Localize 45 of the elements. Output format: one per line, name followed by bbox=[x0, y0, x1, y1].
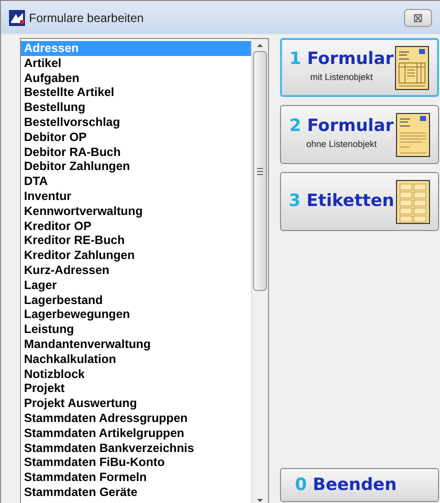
close-button[interactable]: ⊠ bbox=[404, 8, 432, 26]
list-item[interactable]: Notizblock bbox=[21, 366, 251, 382]
list-item[interactable]: Mandantenverwaltung bbox=[21, 336, 251, 352]
label-sheet-icon bbox=[396, 180, 430, 224]
scroll-up-icon[interactable] bbox=[257, 44, 263, 47]
list-item[interactable]: Nachkalkulation bbox=[21, 352, 251, 367]
list-item[interactable]: Aufgaben bbox=[21, 70, 251, 86]
app-icon bbox=[9, 10, 25, 26]
list-item[interactable]: Inventur bbox=[21, 188, 251, 204]
list-item[interactable]: Bestellte Artikel bbox=[21, 85, 251, 100]
list-item[interactable]: Bestellung bbox=[21, 100, 251, 115]
list-item[interactable]: Lagerbewegungen bbox=[21, 307, 251, 322]
window-title: Formulare bearbeiten bbox=[29, 10, 144, 26]
list-item[interactable]: Debitor RA-Buch bbox=[21, 144, 251, 160]
form-type-button[interactable]: 3 Etiketten bbox=[280, 172, 439, 231]
list-item[interactable]: Leistung bbox=[21, 322, 251, 337]
list-item[interactable]: Stammdaten Bankverzeichnis bbox=[21, 440, 251, 456]
form-type-button[interactable]: 2 Formular ohne Listenobjekt bbox=[280, 105, 439, 164]
list-item[interactable]: Bestellvorschlag bbox=[21, 114, 251, 130]
list-item[interactable]: Stammdaten Formeln bbox=[21, 470, 251, 485]
list-item[interactable]: Kurz-Adressen bbox=[21, 262, 251, 278]
list-item[interactable]: Kreditor OP bbox=[21, 218, 251, 234]
form-document-icon bbox=[395, 46, 429, 90]
list-item[interactable]: Artikel bbox=[21, 56, 251, 71]
list-item[interactable]: DTA bbox=[21, 174, 251, 189]
exit-button[interactable]: 0 Beenden bbox=[280, 468, 439, 502]
list-item[interactable]: Kreditor RE-Buch bbox=[21, 233, 251, 248]
list-item[interactable]: Debitor OP bbox=[21, 130, 251, 145]
list-item[interactable]: Stammdaten Artikelgruppen bbox=[21, 426, 251, 441]
list-item[interactable]: Stammdaten Adressgruppen bbox=[21, 410, 251, 426]
list-item[interactable]: Projekt bbox=[21, 381, 251, 396]
list-item[interactable]: Kennwortverwaltung bbox=[21, 204, 251, 219]
list-item[interactable]: Lager bbox=[21, 278, 251, 293]
list-item[interactable]: Debitor Zahlungen bbox=[21, 159, 251, 174]
form-type-button[interactable]: 1 Formular mit Listenobjekt bbox=[280, 38, 439, 97]
scrollbar-thumb[interactable] bbox=[253, 51, 267, 291]
grip-icon bbox=[257, 168, 263, 174]
list-item[interactable]: Stammdaten Geräte bbox=[21, 484, 251, 500]
list-item[interactable]: Lagerbestand bbox=[21, 292, 251, 308]
list-item[interactable]: Stammdaten FiBu-Konto bbox=[21, 455, 251, 470]
scrollbar[interactable] bbox=[251, 39, 268, 503]
list-item[interactable]: Kreditor Zahlungen bbox=[21, 248, 251, 263]
scroll-down-icon[interactable] bbox=[257, 499, 263, 502]
list-item[interactable]: Projekt Auswertung bbox=[21, 396, 251, 411]
letter-document-icon bbox=[396, 112, 430, 156]
